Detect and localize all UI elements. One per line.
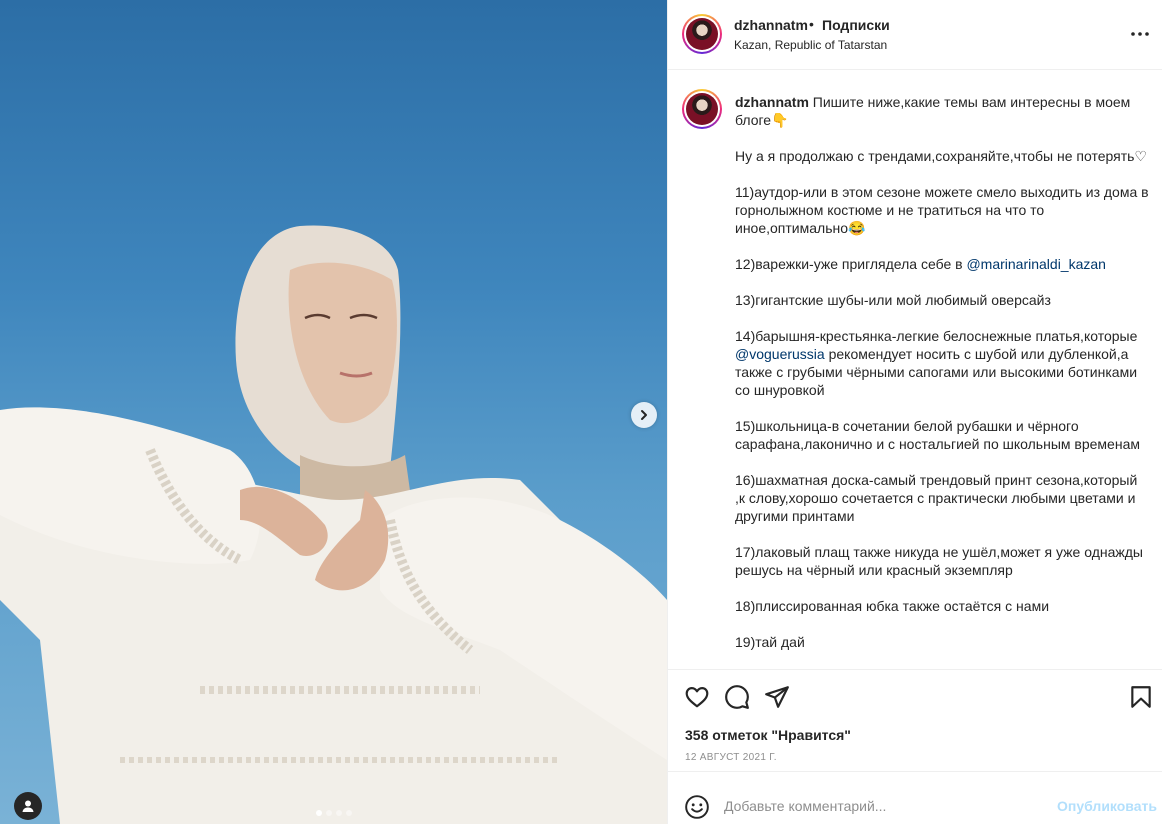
more-options-button[interactable] bbox=[1128, 24, 1152, 44]
carousel-dot bbox=[346, 810, 352, 816]
post-photo bbox=[0, 225, 667, 824]
post-date[interactable]: 12 АВГУСТ 2021 Г. bbox=[685, 752, 777, 763]
chevron-right-icon bbox=[641, 410, 647, 420]
carousel-dot bbox=[326, 810, 332, 816]
emoji-button[interactable] bbox=[684, 794, 710, 820]
post-caption: dzhannatm Пишите ниже,какие темы вам инт… bbox=[735, 93, 1151, 651]
caption-text: 19)тай дай bbox=[735, 634, 805, 650]
comment-button[interactable] bbox=[724, 684, 750, 710]
post-sidebar: dzhannatm • Подписки Kazan, Republic of … bbox=[667, 0, 1162, 824]
carousel-dot bbox=[336, 810, 342, 816]
user-tags-button[interactable] bbox=[14, 792, 42, 820]
caption-text: 18)плиссированная юбка также остаётся с … bbox=[735, 598, 1050, 614]
post-media[interactable] bbox=[0, 0, 667, 824]
caption-text: 13)гигантские шубы-или мой любимый оверс… bbox=[735, 292, 1051, 308]
paper-plane-icon bbox=[765, 686, 789, 708]
next-slide-button[interactable] bbox=[631, 402, 657, 428]
add-comment-bar: Опубликовать bbox=[668, 771, 1162, 824]
post-actions: 358 отметок "Нравится" 12 АВГУСТ 2021 Г. bbox=[668, 669, 1162, 771]
share-button[interactable] bbox=[764, 684, 790, 710]
following-button[interactable]: Подписки bbox=[822, 17, 890, 33]
publish-button[interactable]: Опубликовать bbox=[1057, 798, 1157, 814]
mention-link[interactable]: @voguerussia bbox=[735, 346, 825, 362]
bookmark-icon bbox=[1131, 686, 1151, 708]
caption-text: 14)барышня-крестьянка-легкие белоснежные… bbox=[735, 328, 1142, 344]
comment-input[interactable] bbox=[724, 795, 1044, 817]
more-horizontal-icon bbox=[1131, 32, 1149, 36]
post-location[interactable]: Kazan, Republic of Tatarstan bbox=[734, 38, 887, 52]
author-username[interactable]: dzhannatm bbox=[734, 17, 808, 33]
comments-section[interactable]: dzhannatm Пишите ниже,какие темы вам инт… bbox=[668, 71, 1162, 669]
heart-icon bbox=[685, 687, 709, 708]
avatar[interactable] bbox=[682, 14, 722, 54]
avatar-frame bbox=[684, 91, 720, 127]
caption-text: 11)аутдор-или в этом сезоне можете смело… bbox=[735, 184, 1153, 236]
smiley-icon bbox=[685, 795, 709, 819]
avatar-image bbox=[686, 18, 718, 50]
post-header: dzhannatm • Подписки Kazan, Republic of … bbox=[668, 0, 1162, 70]
save-button[interactable] bbox=[1128, 684, 1154, 710]
comment-icon bbox=[725, 685, 749, 709]
likes-count[interactable]: 358 отметок "Нравится" bbox=[685, 727, 851, 743]
user-tag-icon bbox=[22, 800, 34, 812]
carousel-dot bbox=[316, 810, 322, 816]
caption-text: 12)варежки-уже приглядела себе в bbox=[735, 256, 967, 272]
separator-dot: • bbox=[809, 16, 814, 32]
like-button[interactable] bbox=[684, 684, 710, 710]
caption-text: 17)лаковый плащ также никуда не ушёл,мож… bbox=[735, 544, 1147, 578]
avatar-image bbox=[686, 93, 718, 125]
mention-link[interactable]: @marinarinaldi_kazan bbox=[966, 256, 1106, 272]
carousel-indicator bbox=[316, 810, 352, 816]
caption-text: 16)шахматная доска-самый трендовый принт… bbox=[735, 472, 1142, 524]
caption-text: Ну а я продолжаю с трендами,сохраняйте,ч… bbox=[735, 148, 1147, 164]
caption-text: 15)школьница-в сочетании белой рубашки и… bbox=[735, 418, 1140, 452]
caption-username[interactable]: dzhannatm bbox=[735, 94, 809, 110]
avatar-frame bbox=[684, 16, 720, 52]
caption-avatar[interactable] bbox=[682, 89, 722, 129]
